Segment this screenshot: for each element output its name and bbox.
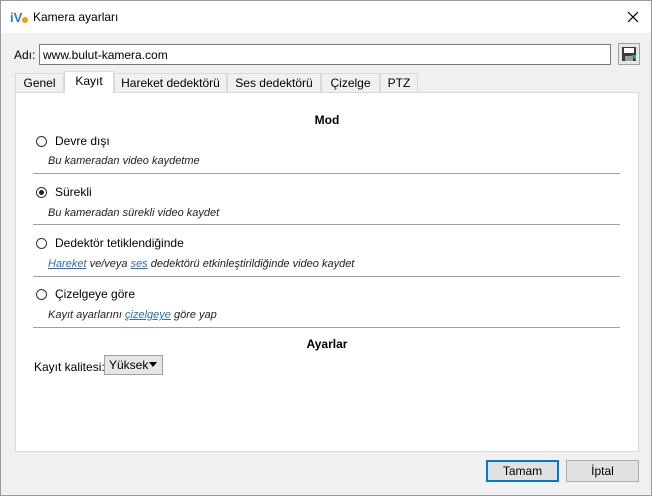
- motion-detector-link[interactable]: Hareket: [48, 258, 87, 270]
- name-label: Adı:: [14, 48, 36, 62]
- radio-label: Devre dışı: [55, 134, 110, 148]
- close-icon: [627, 11, 639, 23]
- radio-button-checked[interactable]: [36, 186, 47, 198]
- separator: [33, 276, 620, 277]
- save-name-button[interactable]: [618, 43, 640, 65]
- quality-value: Yüksek: [109, 358, 149, 372]
- save-icon: [622, 47, 636, 61]
- close-button[interactable]: [621, 5, 645, 29]
- tab-genel[interactable]: Genel: [15, 73, 64, 92]
- app-logo-icon: iV: [10, 10, 28, 25]
- radio-label: Dedektör tetiklendiğinde: [55, 236, 184, 250]
- recording-panel: Mod Devre dışı Bu kameradan video kaydet…: [15, 92, 639, 452]
- tab-ptz[interactable]: PTZ: [380, 73, 418, 92]
- radio-button[interactable]: [36, 288, 47, 300]
- svg-text:iV: iV: [10, 10, 23, 25]
- tab-kayit[interactable]: Kayıt: [64, 71, 114, 93]
- ok-button[interactable]: Tamam: [486, 460, 559, 482]
- window-title: Kamera ayarları: [33, 10, 119, 24]
- quality-select[interactable]: Yüksek: [104, 355, 163, 375]
- cancel-button[interactable]: İptal: [566, 460, 639, 482]
- settings-section-title: Ayarlar: [306, 337, 348, 351]
- separator: [33, 224, 620, 225]
- radio-button[interactable]: [36, 237, 47, 249]
- radio-button[interactable]: [36, 135, 47, 147]
- name-input[interactable]: [39, 44, 611, 65]
- separator: [33, 327, 620, 328]
- separator: [33, 173, 620, 174]
- dropdown-arrow-icon: [149, 362, 157, 367]
- option-description: Bu kameradan sürekli video kaydet: [48, 207, 220, 219]
- title-bar: iV Kamera ayarları: [1, 1, 651, 33]
- radio-devre-disi[interactable]: Devre dışı: [36, 133, 110, 149]
- tab-cizelge[interactable]: Çizelge: [321, 73, 380, 92]
- tab-hareket-dedektoru[interactable]: Hareket dedektörü: [114, 73, 227, 92]
- desc-text: dedektörü etkinleştirildiğinde video kay…: [147, 258, 355, 270]
- sound-detector-link[interactable]: ses: [131, 258, 148, 270]
- tab-ses-dedektoru[interactable]: Ses dedektörü: [227, 73, 321, 92]
- radio-cizelge[interactable]: Çizelgeye göre: [36, 286, 135, 302]
- desc-text: ve/veya: [86, 258, 131, 270]
- quality-label: Kayıt kalitesi:: [34, 360, 105, 374]
- option-description: Kayıt ayarlarını çizelgeye göre yap: [48, 309, 217, 321]
- mode-section-title: Mod: [314, 113, 340, 127]
- radio-dedektor[interactable]: Dedektör tetiklendiğinde: [36, 235, 184, 251]
- option-description: Bu kameradan video kaydetme: [48, 155, 200, 167]
- schedule-link[interactable]: çizelgeye: [125, 309, 171, 321]
- desc-text: Kayıt ayarlarını: [48, 309, 126, 321]
- radio-label: Çizelgeye göre: [55, 287, 136, 301]
- radio-surekli[interactable]: Sürekli: [36, 184, 92, 200]
- camera-settings-window: iV Kamera ayarları Adı: Genel Kayıt Hare…: [0, 0, 652, 496]
- radio-label: Sürekli: [55, 185, 92, 199]
- desc-text: göre yap: [170, 309, 217, 321]
- option-description: Hareket ve/veya ses dedektörü etkinleşti…: [48, 258, 354, 270]
